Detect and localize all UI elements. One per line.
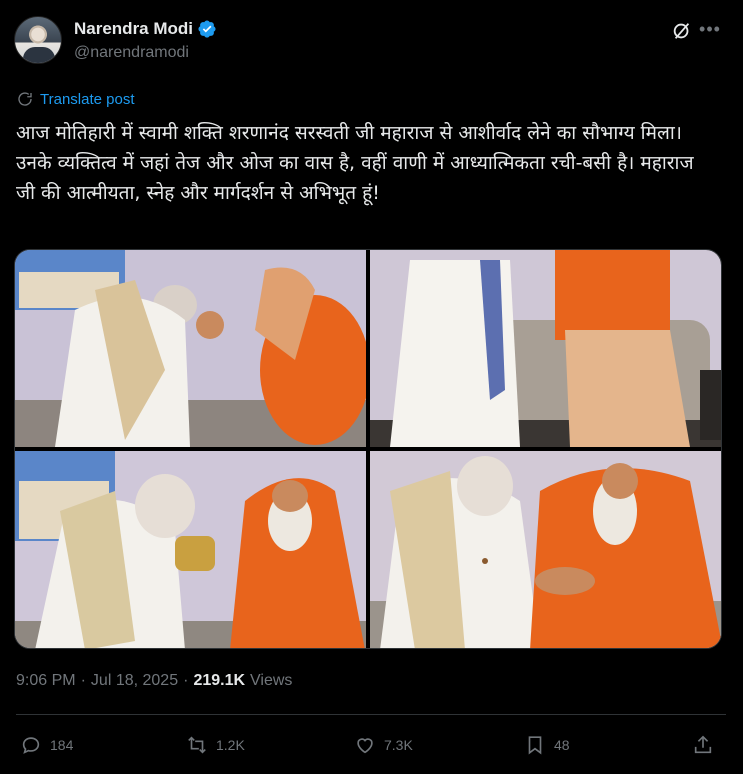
post-text: आज मोतिहारी में स्वामी शक्ति शरणानंद सरस…	[16, 122, 694, 204]
photo-gift-offering	[15, 451, 366, 648]
meta-separator: ·	[80, 672, 86, 689]
post-header: Narendra Modi @narendramodi •••	[14, 14, 729, 64]
reply-icon	[22, 737, 40, 754]
more-icon[interactable]: •••	[699, 18, 721, 40]
views-label: Views	[250, 672, 293, 689]
heart-icon	[357, 738, 373, 754]
photo-handshake	[370, 451, 721, 648]
bookmark-count: 48	[554, 737, 570, 753]
post-date[interactable]: Jul 18, 2025	[91, 672, 178, 690]
post-photo-2[interactable]	[370, 250, 721, 447]
repost-button[interactable]: 1.2K	[186, 734, 245, 756]
reply-button[interactable]: 184	[20, 734, 73, 756]
meta-separator: ·	[183, 672, 189, 689]
views-count: 219.1K	[193, 672, 246, 689]
like-count: 7.3K	[384, 737, 413, 753]
globe-icon	[18, 92, 32, 106]
photo-standing	[370, 250, 721, 447]
author-name[interactable]: Narendra Modi	[74, 19, 193, 39]
photo-bow-greeting	[15, 250, 366, 447]
grok-icon[interactable]	[671, 20, 693, 42]
share-button[interactable]	[692, 734, 714, 756]
verified-badge-icon	[198, 20, 216, 38]
share-icon	[694, 735, 712, 754]
author-handle[interactable]: @narendramodi	[74, 44, 189, 62]
author-name-row: Narendra Modi	[74, 18, 217, 40]
bookmark-button[interactable]: 48	[524, 734, 570, 756]
like-button[interactable]: 7.3K	[354, 734, 413, 756]
repost-count: 1.2K	[216, 737, 245, 753]
repost-icon	[188, 736, 206, 754]
translate-label: Translate post	[40, 90, 135, 108]
post-photo-4[interactable]	[370, 451, 721, 648]
avatar[interactable]	[14, 16, 62, 64]
post-meta: 9:06 PM · Jul 18, 2025 · 219.1K Views	[16, 672, 292, 690]
post-photo-3[interactable]	[15, 451, 366, 648]
reply-count: 184	[50, 737, 74, 753]
post-time[interactable]: 9:06 PM	[16, 672, 76, 690]
action-bar: 184 1.2K 7.3K 48	[20, 734, 720, 762]
divider	[16, 714, 726, 715]
media-grid	[14, 249, 722, 649]
bookmark-icon	[528, 736, 542, 755]
translate-post-link[interactable]: Translate post	[16, 90, 135, 108]
post-photo-1[interactable]	[15, 250, 366, 447]
